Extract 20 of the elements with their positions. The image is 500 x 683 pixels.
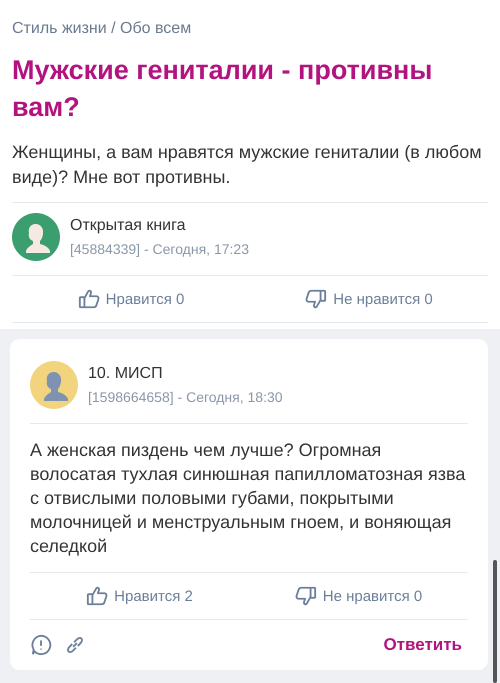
post-text: Женщины, а вам нравятся мужские гениталии (в любом виде)? Мне вот противны. [12,141,483,189]
like-button[interactable]: Нравится 2 [84,583,195,609]
scrollbar[interactable] [493,560,497,683]
comment-meta: [1598664658] - Сегодня, 18:30 [88,389,283,405]
dislike-button[interactable]: Не нравится 0 [303,286,435,312]
link-icon[interactable] [64,634,86,656]
thumbs-up-icon [78,288,100,310]
author-name[interactable]: 10. МИСП [88,365,283,383]
thumbs-up-icon [86,585,108,607]
thumbs-down-icon [305,288,328,310]
author-name[interactable]: Открытая книга [70,217,249,235]
comment-text: А женская пиздень чем лучше? Огромная волосатая тухлая синюшная папилломатозная язва с отвислыми половыми губами, покрытыми молочницей и менструальным гноем, и воняющая селедкой [30,439,466,558]
reply-button[interactable]: Ответить [377,634,468,656]
like-button[interactable]: Нравится 0 [76,286,186,312]
dislike-button[interactable]: Не нравится 0 [292,583,424,609]
post-title: Мужские гениталии - противны вам? [12,54,434,124]
post-meta: [45884339] - Сегодня, 17:23 [70,241,249,257]
breadcrumb[interactable]: Стиль жизни / Обо всем [12,20,488,38]
report-icon[interactable] [30,634,52,656]
thumbs-down-icon [294,585,317,607]
